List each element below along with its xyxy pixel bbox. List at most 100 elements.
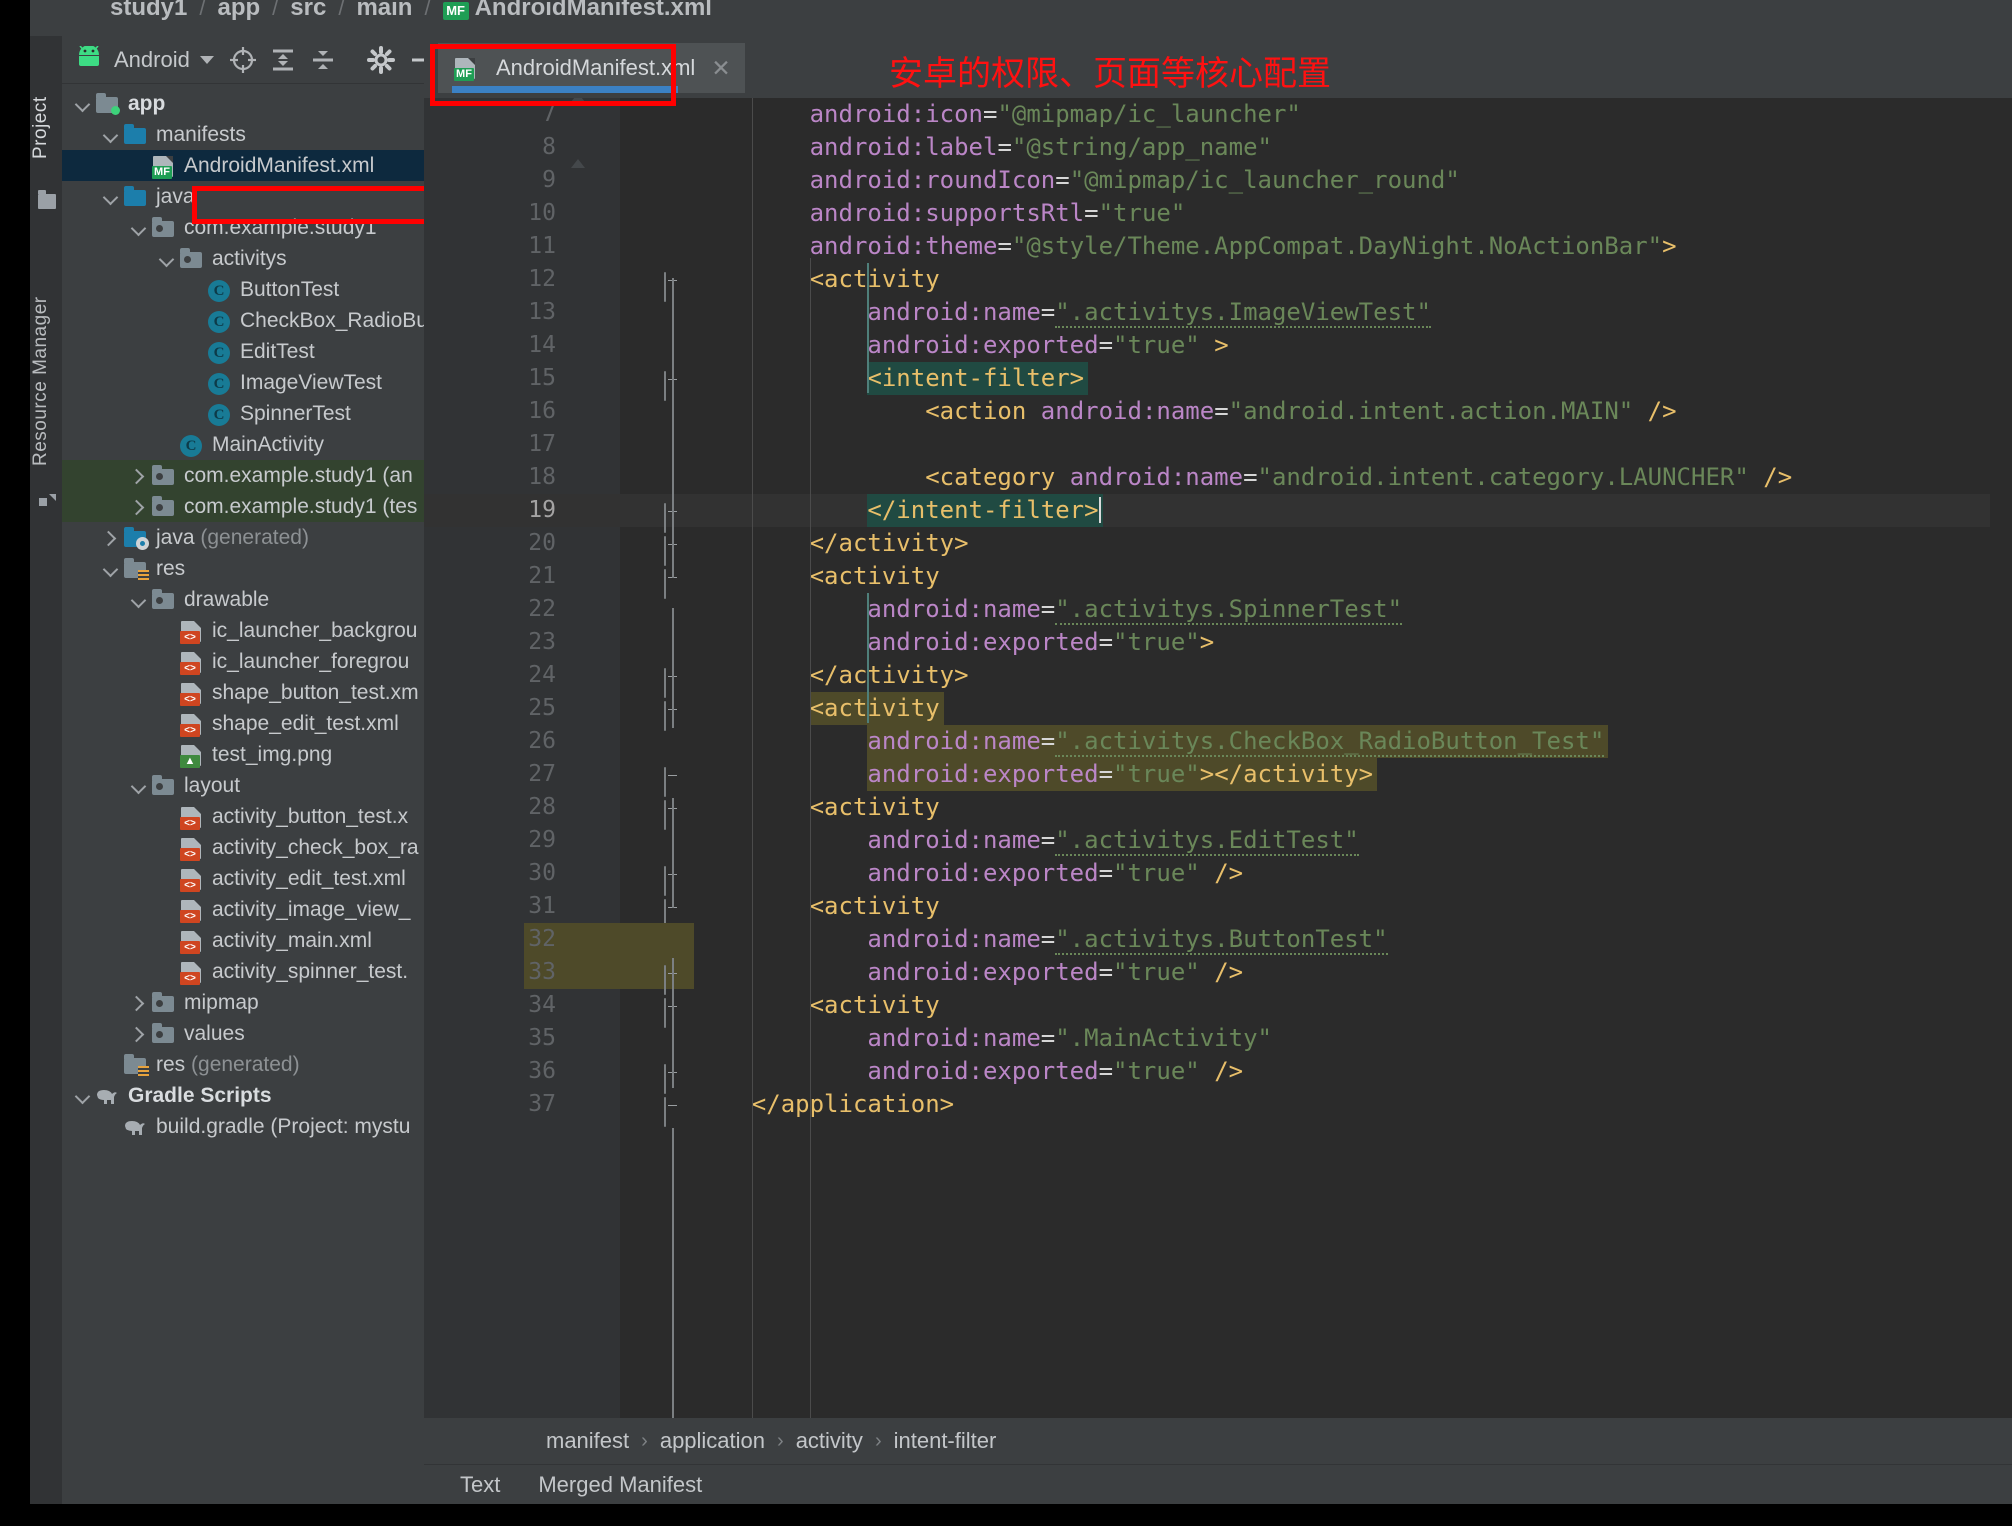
breadcrumb-item[interactable]: src xyxy=(278,0,338,22)
tree-item[interactable]: MF AndroidManifest.xml xyxy=(62,150,424,181)
code-line[interactable]: 24 </activity> xyxy=(424,659,2012,698)
tree-item[interactable]: drawable xyxy=(62,584,424,615)
code-line[interactable]: 35 android:name=".MainActivity" xyxy=(424,1022,2012,1055)
xml-breadcrumb-item[interactable]: manifest xyxy=(534,1428,641,1454)
tree-item[interactable]: mipmap xyxy=(62,987,424,1018)
code-line[interactable]: 16 <action android:name="android.intent.a… xyxy=(424,395,2012,428)
tree-item[interactable]: res xyxy=(62,553,424,584)
code-lines[interactable]: 7 android:icon="@mipmap/ic_launcher" 8 andr… xyxy=(424,98,2012,1127)
code-line[interactable]: 27 android:exported="true"></activity> xyxy=(424,758,2012,797)
gear-icon[interactable] xyxy=(364,43,398,77)
tree-item[interactable]: C SpinnerTest xyxy=(62,398,424,429)
tree-item[interactable]: <> ic_launcher_backgrou xyxy=(62,615,424,646)
editor-bottom-tab[interactable]: Text xyxy=(460,1472,500,1498)
tree-item[interactable]: java (generated) xyxy=(62,522,424,553)
code-line[interactable]: 9 android:roundIcon="@mipmap/ic_launcher_… xyxy=(424,164,2012,197)
code-line[interactable]: 33 android:exported="true" /> xyxy=(424,956,2012,995)
tree-item[interactable]: activitys xyxy=(62,243,424,274)
code-line[interactable]: 12 <activity xyxy=(424,263,2012,302)
tree-item[interactable]: ▲ test_img.png xyxy=(62,739,424,770)
editor-bottom-tabs[interactable]: Text Merged Manifest xyxy=(424,1464,2012,1504)
tree-item[interactable]: <> shape_edit_test.xml xyxy=(62,708,424,739)
code-line[interactable]: 30 android:exported="true" /> xyxy=(424,857,2012,896)
breadcrumb-item[interactable]: study1 xyxy=(98,0,199,22)
image-preview-icon[interactable] xyxy=(568,170,590,190)
code-editor[interactable]: 7 android:icon="@mipmap/ic_launcher" 8 andr… xyxy=(424,98,2012,1418)
tab-androidmanifest-xml[interactable]: MF AndroidManifest.xml ✕ xyxy=(438,43,745,93)
code-line[interactable]: 13 android:name=".activitys.ImageViewTest… xyxy=(424,296,2012,329)
code-line[interactable]: 19 </intent-filter> xyxy=(424,494,2012,533)
code-line[interactable]: 34 <activity xyxy=(424,989,2012,1028)
collapse-all-icon[interactable] xyxy=(306,43,340,77)
chevron-right-icon[interactable] xyxy=(128,465,150,487)
chevron-down-icon[interactable] xyxy=(128,775,150,797)
tree-item[interactable]: C MainActivity xyxy=(62,429,424,460)
code-line[interactable]: 20 </activity> xyxy=(424,527,2012,566)
code-line[interactable]: 7 android:icon="@mipmap/ic_launcher" xyxy=(424,98,2012,131)
code-line[interactable]: 8 android:label="@string/app_name" xyxy=(424,131,2012,164)
code-line[interactable]: 23 android:exported="true"> xyxy=(424,626,2012,659)
tree-item[interactable]: C CheckBox_RadioBu xyxy=(62,305,424,336)
tree-item[interactable]: C ImageViewTest xyxy=(62,367,424,398)
code-line[interactable]: 10 android:supportsRtl="true" xyxy=(424,197,2012,230)
tree-item[interactable]: C EditTest xyxy=(62,336,424,367)
fold-collapse-icon[interactable] xyxy=(664,1096,682,1127)
close-icon[interactable]: ✕ xyxy=(711,55,730,82)
code-line[interactable]: 32 android:name=".activitys.ButtonTest" xyxy=(424,923,2012,956)
select-opened-file-icon[interactable] xyxy=(226,43,260,77)
tree-item[interactable]: manifests xyxy=(62,119,424,150)
chevron-down-icon[interactable] xyxy=(100,124,122,146)
chevron-right-icon[interactable] xyxy=(128,1023,150,1045)
code-line[interactable]: 21 <activity xyxy=(424,560,2012,599)
chevron-down-icon[interactable] xyxy=(100,558,122,580)
chevron-right-icon[interactable] xyxy=(128,992,150,1014)
tree-item[interactable]: <> shape_button_test.xm xyxy=(62,677,424,708)
tree-item[interactable]: com.example.study1 xyxy=(62,212,424,243)
code-line[interactable]: 37 </application> xyxy=(424,1088,2012,1127)
tree-item[interactable]: java xyxy=(62,181,424,212)
tree-item[interactable]: <> activity_image_view_ xyxy=(62,894,424,925)
chevron-right-icon[interactable] xyxy=(128,496,150,518)
tool-window-project[interactable]: Project xyxy=(30,80,62,176)
breadcrumb-item[interactable]: main xyxy=(344,0,424,22)
tool-window-resource-manager[interactable]: Resource Manager xyxy=(30,286,62,476)
chevron-down-icon[interactable] xyxy=(128,217,150,239)
code-line[interactable]: 36 android:exported="true" /> xyxy=(424,1055,2012,1094)
tree-item[interactable]: build.gradle (Project: mystu xyxy=(62,1111,424,1142)
tree-item[interactable]: values xyxy=(62,1018,424,1049)
code-line[interactable]: 31 <activity xyxy=(424,890,2012,929)
tree-item[interactable]: <> activity_button_test.x xyxy=(62,801,424,832)
breadcrumb-item[interactable]: MF AndroidManifest.xml xyxy=(431,0,724,22)
project-view-selector[interactable]: Android xyxy=(74,45,220,73)
fold-collapse-icon[interactable] xyxy=(664,766,682,797)
tree-item[interactable]: <> activity_edit_test.xml xyxy=(62,863,424,894)
tree-item[interactable]: <> activity_spinner_test. xyxy=(62,956,424,987)
editor-scrollbar[interactable] xyxy=(1990,160,2012,1418)
chevron-right-icon[interactable] xyxy=(100,527,122,549)
code-line[interactable]: 18 <category android:name="android.intent… xyxy=(424,461,2012,494)
code-line[interactable]: 26 android:name=".activitys.CheckBox_Radi… xyxy=(424,725,2012,758)
code-line[interactable]: 11 android:theme="@style/Theme.AppCompat.… xyxy=(424,230,2012,263)
tree-item[interactable]: layout xyxy=(62,770,424,801)
expand-all-icon[interactable] xyxy=(266,43,300,77)
editor-bottom-tab[interactable]: Merged Manifest xyxy=(538,1472,702,1498)
chevron-down-icon[interactable] xyxy=(72,1085,94,1107)
xml-breadcrumb-item[interactable]: application xyxy=(648,1428,777,1454)
tree-item[interactable]: res (generated) xyxy=(62,1049,424,1080)
tree-item[interactable]: <> activity_main.xml xyxy=(62,925,424,956)
tree-item[interactable]: C ButtonTest xyxy=(62,274,424,305)
xml-breadcrumb[interactable]: manifest › application › activity › intent-fil… xyxy=(424,1418,2012,1464)
chevron-down-icon[interactable] xyxy=(128,589,150,611)
tree-item[interactable]: <> activity_check_box_ra xyxy=(62,832,424,863)
tree-item[interactable]: <> ic_launcher_foregrou xyxy=(62,646,424,677)
tree-item[interactable]: com.example.study1 (an xyxy=(62,460,424,491)
chevron-down-icon[interactable] xyxy=(72,93,94,115)
image-preview-icon[interactable] xyxy=(568,104,590,124)
tree-item[interactable]: app xyxy=(62,88,424,119)
xml-breadcrumb-item[interactable]: intent-filter xyxy=(882,1428,1009,1454)
code-line[interactable]: 17 xyxy=(424,428,2012,461)
minimize-icon[interactable] xyxy=(404,43,424,77)
tree-item[interactable]: com.example.study1 (tes xyxy=(62,491,424,522)
code-line[interactable]: 25 <activity xyxy=(424,692,2012,731)
xml-breadcrumb-item[interactable]: activity xyxy=(784,1428,875,1454)
